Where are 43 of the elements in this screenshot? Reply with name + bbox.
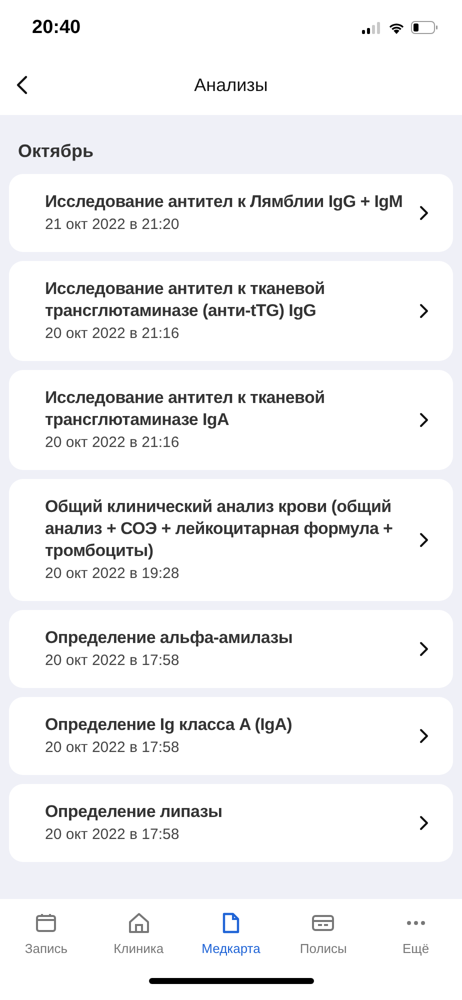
analysis-card[interactable]: Определение липазы 20 окт 2022 в 17:58 — [9, 784, 453, 862]
chevron-icon — [419, 412, 429, 428]
analysis-card[interactable]: Общий клинический анализ крови (общий анализ + СОЭ + лейкоцитарная формула + тромбоциты) 20 окт 2022 в 19:28 — [9, 479, 453, 601]
tab[interactable]: Медкарта — [184, 907, 278, 972]
analysis-date: 20 окт 2022 в 17:58 — [45, 651, 180, 671]
chevron-icon — [419, 303, 429, 319]
analysis-card[interactable]: Исследование антител к тканевой трансглютаминазе IgA 20 окт 2022 в 21:16 — [9, 370, 453, 470]
house-icon — [126, 911, 151, 935]
tab[interactable]: Полисы — [277, 907, 370, 972]
chevron-icon — [419, 205, 429, 221]
analysis-date: 20 окт 2022 в 19:28 — [45, 564, 180, 584]
tab[interactable]: Ещё — [370, 907, 462, 972]
analysis-date: 21 окт 2022 в 21:20 — [45, 215, 180, 235]
chevron-icon — [419, 815, 429, 831]
analysis-title: Исследование антител к тканевой трансглютаминазе (анти-tTG) IgG — [45, 278, 326, 322]
section-title: Октябрь — [17, 141, 95, 162]
tab[interactable]: Запись — [0, 907, 92, 972]
page-title: Анализы — [194, 74, 268, 96]
analysis-title: Общий клинический анализ крови (общий анализ + СОЭ + лейкоцитарная формула + тромбоциты) — [45, 496, 394, 562]
chevron-icon — [419, 728, 429, 744]
calendar-icon — [34, 911, 58, 935]
chevron-icon — [419, 532, 429, 548]
back-icon — [16, 75, 28, 95]
analysis-card[interactable]: Исследование антител к тканевой трансглютаминазе (анти-tTG) IgG 20 окт 2022 в 21:16 — [9, 261, 453, 361]
analysis-title: Определение липазы — [45, 801, 224, 823]
signal-icon — [362, 22, 382, 34]
analysis-title: Определение альфа-амилазы — [45, 627, 294, 649]
analysis-title: Исследование антител к тканевой трансглютаминазе IgA — [45, 387, 326, 431]
analysis-date: 20 окт 2022 в 21:16 — [45, 324, 180, 344]
analysis-card[interactable]: Определение альфа-амилазы 20 окт 2022 в 17:58 — [9, 610, 453, 688]
battery-icon — [411, 21, 438, 34]
chevron-icon — [419, 641, 429, 657]
more-icon — [406, 921, 425, 925]
wifi-icon — [388, 22, 405, 34]
analysis-date: 20 окт 2022 в 21:16 — [45, 433, 180, 453]
analysis-card[interactable]: Исследование антител к Лямблии IgG + IgM 21 окт 2022 в 21:20 — [9, 174, 453, 252]
analysis-date: 20 окт 2022 в 17:58 — [45, 825, 180, 845]
analysis-title: Исследование антител к Лямблии IgG + IgM — [45, 191, 404, 213]
analysis-date: 20 окт 2022 в 17:58 — [45, 738, 180, 758]
analysis-card[interactable]: Определение Ig класса A (IgA) 20 окт 2022 в 17:58 — [9, 697, 453, 775]
status-time: 20:40 — [32, 16, 81, 38]
tab[interactable]: Клиника — [92, 907, 185, 972]
analysis-title: Определение Ig класса A (IgA) — [45, 714, 293, 736]
